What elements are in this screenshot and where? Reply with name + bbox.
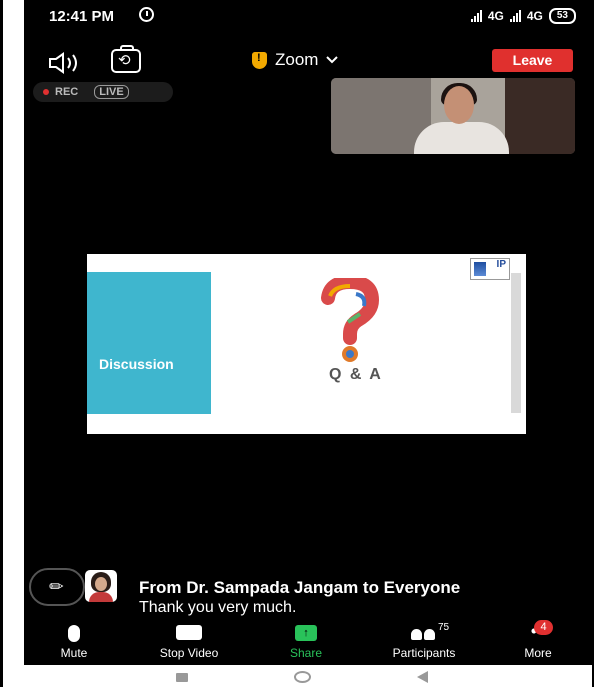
alarm-icon	[139, 7, 154, 22]
video-thumbnail[interactable]	[331, 78, 575, 154]
chat-sender: From Dr. Sampada Jangam to Everyone	[139, 578, 461, 597]
rec-dot-icon	[43, 89, 49, 95]
status-indicators: 4G 4G 53	[470, 8, 576, 24]
mute-button[interactable]: Mute	[44, 621, 104, 665]
meeting-title-dropdown[interactable]: Zoom	[252, 50, 339, 70]
participants-count: 75	[438, 622, 450, 633]
leave-button[interactable]: Leave	[492, 49, 573, 72]
chat-preview: ✎ From Dr. Sampada Jangam to Everyone Th…	[24, 563, 592, 616]
android-navigation-bar	[24, 665, 592, 687]
recent-apps-icon[interactable]	[176, 673, 188, 682]
video-background-door	[505, 78, 575, 154]
battery-icon: 53	[548, 8, 576, 24]
slide-logo: IP	[470, 258, 510, 280]
participants-button[interactable]: 75 Participants	[374, 621, 474, 665]
slide-section-band: Discussion	[87, 272, 211, 414]
chat-message: Thank you very much.	[139, 599, 297, 616]
network-type-2: 4G	[526, 9, 543, 23]
video-camera-icon	[176, 625, 202, 640]
phone-frame: 12:41 PM 4G 4G 53 ⟲ Zoom Lea	[0, 0, 594, 687]
signal-icon	[470, 10, 482, 22]
more-button[interactable]: •• 4 More	[508, 620, 568, 665]
left-border	[0, 0, 3, 687]
zoom-meeting-screen: 12:41 PM 4G 4G 53 ⟲ Zoom Lea	[24, 0, 592, 665]
meeting-title: Zoom	[275, 50, 319, 69]
slide-section-label: Discussion	[99, 356, 174, 372]
status-bar: 12:41 PM 4G 4G 53	[24, 0, 592, 34]
person-body	[414, 122, 509, 154]
avatar	[85, 570, 117, 602]
mute-label: Mute	[60, 646, 88, 660]
person-face	[444, 86, 474, 124]
more-label: More	[524, 646, 552, 660]
question-mark-wordcloud-icon	[321, 278, 380, 362]
share-label: Share	[289, 646, 323, 660]
home-icon[interactable]	[294, 671, 311, 683]
chat-compose-button[interactable]: ✎	[29, 568, 85, 606]
speaker-icon[interactable]	[48, 52, 88, 74]
microphone-icon	[68, 625, 80, 642]
switch-camera-icon[interactable]: ⟲	[111, 45, 141, 73]
network-type-1: 4G	[487, 9, 504, 23]
slide-scrollbar	[511, 273, 521, 413]
security-shield-icon	[252, 51, 267, 69]
participants-icon	[409, 625, 439, 640]
stop-video-button[interactable]: Stop Video	[144, 621, 234, 665]
back-icon[interactable]	[417, 671, 428, 683]
participants-label: Participants	[392, 646, 456, 660]
slide-logo-text: IP	[496, 259, 506, 270]
meeting-toolbar: ⟲ Zoom Leave	[24, 42, 592, 78]
stop-video-label: Stop Video	[159, 646, 219, 660]
live-badge: LIVE	[94, 85, 129, 99]
status-time: 12:41 PM	[49, 8, 115, 25]
bottom-toolbar: Mute Stop Video ↑ Share 75 Participants …	[24, 620, 592, 665]
share-arrow-icon: ↑	[295, 625, 317, 641]
more-badge: 4	[534, 620, 553, 635]
recording-indicator: REC LIVE	[33, 82, 173, 102]
chevron-down-icon	[326, 56, 339, 64]
rec-label: REC	[55, 86, 79, 98]
share-button[interactable]: ↑ Share	[276, 621, 336, 665]
shared-screen-slide: Discussion IP Q & A	[87, 254, 526, 434]
signal-icon-2	[509, 10, 521, 22]
slide-heading: Q & A	[329, 366, 383, 383]
pencil-icon: ✎	[44, 574, 69, 599]
